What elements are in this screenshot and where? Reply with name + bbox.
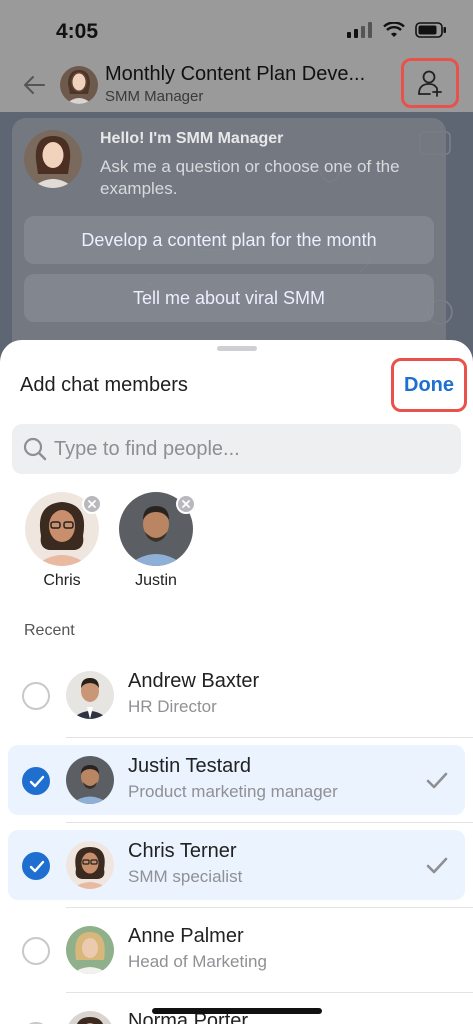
- add-user-icon: [418, 70, 442, 97]
- select-radio[interactable]: [22, 852, 50, 880]
- avatar: [66, 926, 114, 974]
- checkmark-icon: [426, 772, 448, 789]
- bot-welcome-card: Hello! I'm SMM Manager Ask me a question…: [12, 118, 446, 358]
- status-bar: 4:05: [0, 0, 473, 60]
- person-name: Anne Palmer: [128, 925, 244, 947]
- example-prompt-button[interactable]: Tell me about viral SMM: [24, 274, 434, 322]
- done-button[interactable]: Done: [391, 358, 467, 412]
- sheet-grabber[interactable]: [217, 346, 257, 351]
- divider: [66, 907, 473, 908]
- checkmark-icon: [426, 857, 448, 874]
- avatar: [66, 1011, 114, 1024]
- person-role: Product marketing manager: [128, 782, 338, 801]
- chat-subtitle: SMM Manager: [105, 88, 204, 105]
- person-role: Head of Marketing: [128, 952, 267, 971]
- status-time: 4:05: [56, 20, 99, 43]
- divider: [66, 992, 473, 993]
- chip-name: Justin: [135, 572, 177, 589]
- avatar: [66, 841, 114, 889]
- selected-member-chip[interactable]: Justin: [116, 492, 196, 590]
- selected-member-chip[interactable]: Chris: [22, 492, 102, 590]
- close-icon: [88, 500, 96, 508]
- example-prompt-button[interactable]: Develop a content plan for the month: [24, 216, 434, 264]
- recent-section-label: Recent: [24, 622, 75, 639]
- status-icons: [347, 22, 447, 38]
- search-bar[interactable]: [12, 424, 461, 474]
- search-icon: [23, 437, 47, 461]
- avatar: [66, 756, 114, 804]
- person-role: SMM specialist: [128, 867, 243, 886]
- bot-avatar-large: [24, 130, 82, 188]
- add-members-sheet: Add chat members Done Type to find peopl…: [0, 340, 473, 1024]
- home-indicator[interactable]: [152, 1008, 322, 1014]
- back-arrow-icon[interactable]: [22, 72, 48, 98]
- list-item[interactable]: Anne Palmer Head of Marketing: [8, 915, 465, 985]
- divider: [66, 822, 473, 823]
- list-item[interactable]: Justin Testard Product marketing manager: [8, 745, 465, 815]
- bot-prompt: Ask me a question or choose one of the e…: [100, 157, 400, 198]
- select-radio[interactable]: [22, 767, 50, 795]
- battery-icon: [415, 22, 446, 38]
- person-name: Andrew Baxter: [128, 670, 260, 692]
- checkmark-icon: [29, 775, 45, 788]
- remove-chip-button[interactable]: [82, 494, 102, 514]
- select-radio[interactable]: [22, 682, 50, 710]
- close-icon: [182, 500, 190, 508]
- avatar: [66, 671, 114, 719]
- selected-members: Chris Justin: [0, 492, 473, 592]
- bot-avatar: [60, 66, 98, 104]
- cellular-signal-icon: [347, 22, 372, 38]
- remove-chip-button[interactable]: [176, 494, 196, 514]
- select-radio[interactable]: [22, 937, 50, 965]
- list-item[interactable]: Chris Terner SMM specialist: [8, 830, 465, 900]
- divider: [66, 737, 473, 738]
- wifi-icon: [383, 22, 405, 37]
- person-role: HR Director: [128, 697, 217, 716]
- chat-area: Hello! I'm SMM Manager Ask me a question…: [0, 112, 473, 372]
- bot-greeting: Hello! I'm SMM Manager: [100, 130, 284, 147]
- add-member-button[interactable]: [401, 58, 459, 108]
- checkmark-icon: [29, 860, 45, 873]
- person-name: Justin Testard: [128, 755, 252, 777]
- list-item[interactable]: Andrew Baxter HR Director: [8, 660, 465, 730]
- chat-header: Monthly Content Plan Deve... SMM Manager: [0, 58, 473, 112]
- chat-title: Monthly Content Plan Deve...: [105, 63, 366, 85]
- chip-name: Chris: [43, 572, 81, 589]
- person-name: Chris Terner: [128, 840, 237, 862]
- sheet-title: Add chat members: [20, 374, 188, 396]
- search-input[interactable]: [54, 433, 444, 465]
